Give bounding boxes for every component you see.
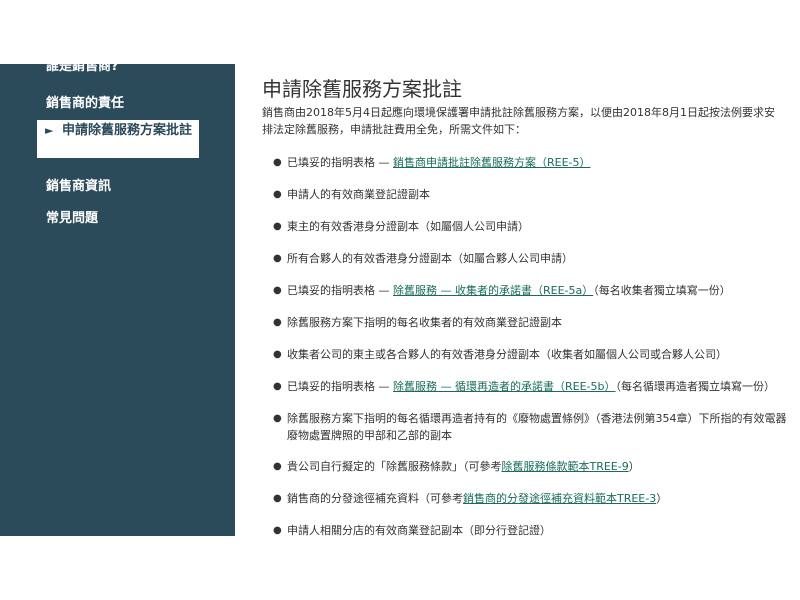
document-text: 申請人相關分店的有效商業登記副本（即分行登記證） (287, 522, 787, 536)
document-text-pre: 申請人的有效商業登記證副本 (287, 188, 430, 201)
document-text: 銷售商的分發途徑補充資料（可參考銷售商的分發途徑補充資料範本TREE-3） (287, 490, 787, 507)
bullet-icon: ● (273, 189, 282, 200)
document-text-pre: 申請人相關分店的有效商業登記副本（即分行登記證） (287, 524, 551, 536)
sidebar-item-seller-responsibility[interactable]: 銷售商的責任 (46, 92, 124, 111)
document-text: 除舊服務方案下指明的每名收集者的有效商業登記證副本 (287, 314, 787, 331)
document-text: 所有合夥人的有效香港身分證副本（如屬合夥人公司申請） (287, 250, 787, 267)
document-text-pre: 已填妥的指明表格 — (287, 156, 393, 169)
document-link[interactable]: 銷售商的分發途徑補充資料範本TREE-3 (463, 492, 656, 505)
bullet-icon: ● (273, 493, 282, 504)
document-text: 東主的有效香港身分證副本（如屬個人公司申請） (287, 218, 787, 235)
bullet-icon: ● (273, 525, 282, 536)
document-link[interactable]: 除舊服務條款範本TREE-9 (502, 460, 629, 473)
bullet-icon: ● (273, 221, 282, 232)
bullet-icon: ● (273, 317, 282, 328)
sidebar-item-who-is-seller[interactable]: 誰是銷售商? (46, 64, 119, 74)
sidebar-item-faq[interactable]: 常見問題 (46, 207, 98, 226)
sidebar-item-label: 申請除舊服務方案批註 (62, 123, 193, 138)
document-text: 貴公司自行擬定的「除舊服務條款」（可參考除舊服務條款範本TREE-9） (287, 458, 787, 475)
bullet-icon: ● (273, 461, 282, 472)
document-text-pre: 銷售商的分發途徑補充資料（可參考 (287, 492, 463, 505)
document-text: 收集者公司的東主或各合夥人的有效香港身分證副本（收集者如屬個人公司或合夥人公司） (287, 346, 787, 363)
bullet-icon: ● (273, 157, 282, 168)
document-text-post: ） (656, 492, 668, 505)
document-text-pre: 收集者公司的東主或各合夥人的有效香港身分證副本（收集者如屬個人公司或合夥人公司） (287, 348, 727, 361)
document-link[interactable]: 除舊服務 — 收集者的承諾書（REE-5a） (393, 284, 593, 297)
intro-text: 銷售商由2018年5月4日起應向環境保護署申請批註除舊服務方案，以便由2018年… (262, 106, 775, 136)
page-frame: 誰是銷售商? 銷售商的責任 ► 申請除舊服務方案批註 銷售商資訊 常見問題 申請… (0, 64, 790, 536)
document-text: 已填妥的指明表格 — 除舊服務 — 循環再造者的承諾書（REE-5b）（每名循環… (287, 378, 787, 395)
document-text-pre: 貴公司自行擬定的「除舊服務條款」（可參考 (287, 460, 502, 473)
document-text-post: （每名循環再造者獨立填寫一份） (615, 380, 776, 393)
bullet-icon: ● (273, 381, 282, 392)
document-link[interactable]: 除舊服務 — 循環再造者的承諾書（REE-5b） (393, 380, 616, 393)
play-arrow-icon: ► (45, 124, 54, 137)
bullet-icon: ● (273, 349, 282, 360)
document-text-pre: 除舊服務方案下指明的每名收集者的有效商業登記證副本 (287, 316, 562, 329)
bullet-icon: ● (273, 413, 282, 424)
sidebar: 誰是銷售商? 銷售商的責任 ► 申請除舊服務方案批註 銷售商資訊 常見問題 (0, 64, 235, 536)
bullet-icon: ● (273, 285, 282, 296)
document-text: 已填妥的指明表格 — 除舊服務 — 收集者的承諾書（REE-5a）（每名收集者獨… (287, 282, 787, 299)
document-text-pre: 除舊服務方案下指明的每名循環再造者持有的《廢物處置條例》（香港法例第354章）下… (287, 412, 787, 442)
document-text-pre: 東主的有效香港身分證副本（如屬個人公司申請） (287, 220, 529, 233)
document-text: 申請人的有效商業登記證副本 (287, 186, 787, 203)
document-text-pre: 已填妥的指明表格 — (287, 380, 393, 393)
document-text: 已填妥的指明表格 — 銷售商申請批註除舊服務方案（REE-5） (287, 154, 787, 171)
document-text-post: ） (628, 460, 640, 473)
sidebar-item-seller-info[interactable]: 銷售商資訊 (46, 175, 111, 194)
document-link[interactable]: 銷售商申請批註除舊服務方案（REE-5） (393, 156, 591, 169)
document-text: 除舊服務方案下指明的每名循環再造者持有的《廢物處置條例》（香港法例第354章）下… (287, 410, 787, 444)
document-text-pre: 已填妥的指明表格 — (287, 284, 393, 297)
sidebar-item-apply-endorsement[interactable]: ► 申請除舊服務方案批註 (37, 120, 199, 158)
bullet-icon: ● (273, 253, 282, 264)
document-text-post: （每名收集者獨立填寫一份） (593, 284, 731, 297)
page-title: 申請除舊服務方案批註 (262, 77, 462, 102)
document-text-pre: 所有合夥人的有效香港身分證副本（如屬合夥人公司申請） (287, 252, 573, 265)
